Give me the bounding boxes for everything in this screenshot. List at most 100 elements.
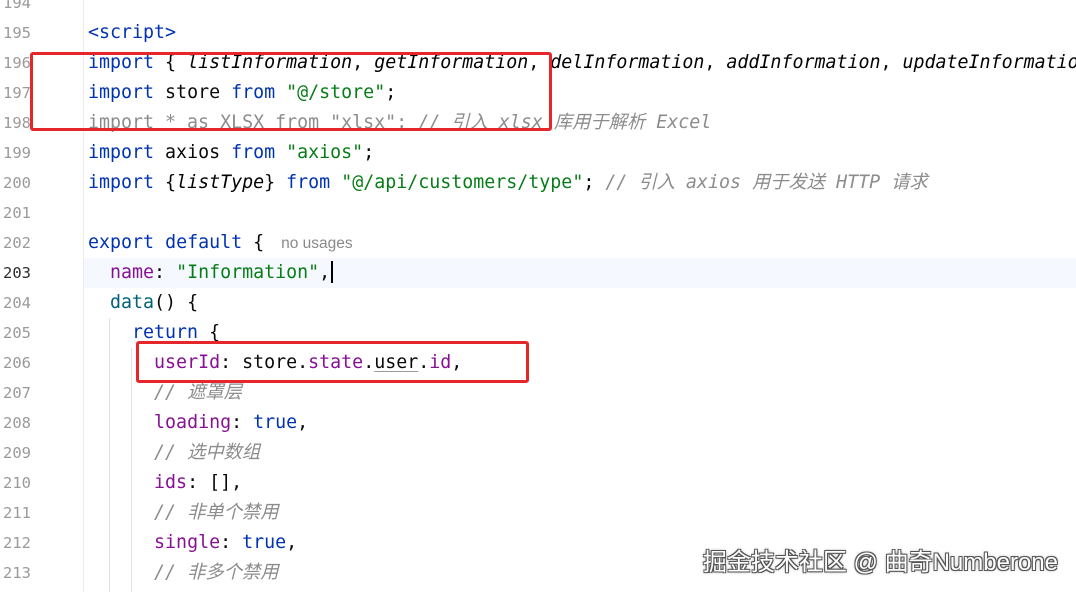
annotation-box-userid bbox=[136, 341, 529, 383]
line-number: 205 bbox=[3, 324, 31, 342]
line-number: 196 bbox=[3, 54, 31, 72]
comment-token: // 引入 axios 用于发送 HTTP 请求 bbox=[605, 172, 928, 193]
line-number: 211 bbox=[3, 504, 31, 522]
keyword-token: true bbox=[253, 412, 298, 433]
line-number: 204 bbox=[3, 294, 31, 312]
code-text: ; bbox=[583, 172, 606, 193]
code-line-208[interactable]: 208 loading: true, bbox=[0, 408, 1076, 438]
code-line-195[interactable]: 195 <script> bbox=[0, 18, 1076, 48]
line-code: single: true, bbox=[88, 528, 297, 558]
code-text: , bbox=[880, 52, 903, 73]
code-text: { bbox=[154, 172, 177, 193]
keyword-token: true bbox=[242, 532, 287, 553]
import-name-token: delInformation bbox=[550, 52, 705, 73]
line-number: 210 bbox=[3, 474, 31, 492]
code-text: : bbox=[231, 412, 254, 433]
string-token: "axios" bbox=[286, 142, 364, 163]
keyword-token: import bbox=[88, 172, 155, 193]
line-number: 197 bbox=[3, 84, 31, 102]
import-name-token: listType bbox=[176, 172, 265, 193]
line-number: 208 bbox=[3, 414, 31, 432]
keyword-token: export bbox=[88, 232, 155, 253]
line-number: 212 bbox=[3, 534, 31, 552]
code-text: { bbox=[198, 322, 221, 343]
line-code: data() { bbox=[88, 288, 198, 318]
code-text: , bbox=[286, 532, 298, 553]
code-text: axios bbox=[154, 142, 232, 163]
line-code: export default { no usages bbox=[88, 228, 353, 259]
code-text: : bbox=[220, 532, 243, 553]
import-name-token: updateInformatio bbox=[902, 52, 1076, 73]
comment-token: // 非多个禁用 bbox=[154, 562, 279, 583]
line-number: 206 bbox=[3, 354, 31, 372]
line-code: <script> bbox=[88, 18, 176, 48]
code-text: : [], bbox=[187, 472, 243, 493]
keyword-token: return bbox=[132, 322, 199, 343]
code-line-194[interactable]: 194 bbox=[0, 0, 1076, 18]
method-token: data bbox=[110, 292, 155, 313]
line-code: ids: [], bbox=[88, 468, 242, 498]
comment-token: // 选中数组 bbox=[154, 442, 261, 463]
code-text: , bbox=[704, 52, 727, 73]
string-token: "Information" bbox=[176, 262, 320, 283]
code-text: { bbox=[242, 232, 265, 253]
property-token: name bbox=[110, 262, 155, 283]
annotation-box-imports bbox=[30, 52, 552, 131]
code-line-201[interactable]: 201 bbox=[0, 198, 1076, 228]
line-code: // 非多个禁用 bbox=[88, 558, 278, 588]
line-number: 198 bbox=[3, 114, 31, 132]
code-line-199[interactable]: 199 import axios from "axios"; bbox=[0, 138, 1076, 168]
code-text: } bbox=[264, 172, 287, 193]
keyword-token: from bbox=[231, 142, 276, 163]
comment-token: // 非单个禁用 bbox=[154, 502, 279, 523]
import-name-token: addInformation bbox=[726, 52, 881, 73]
line-number: 203 bbox=[3, 264, 31, 282]
watermark: 掘金技术社区 @ 曲奇Numberone bbox=[702, 549, 1058, 576]
keyword-token: from bbox=[286, 172, 331, 193]
code-text: , bbox=[297, 412, 309, 433]
code-line-203[interactable]: 203 name: "Information", bbox=[0, 258, 1076, 288]
line-code: loading: true, bbox=[88, 408, 308, 438]
line-number: 207 bbox=[3, 384, 31, 402]
code-line-202[interactable]: 202 export default {no usages bbox=[0, 228, 1076, 258]
comment-token: // 遮罩层 bbox=[154, 382, 242, 403]
code-line-204[interactable]: 204 data() { bbox=[0, 288, 1076, 318]
code-line-200[interactable]: 200 import {listType} from "@/api/custome… bbox=[0, 168, 1076, 198]
line-number: 201 bbox=[3, 204, 31, 222]
text-caret bbox=[331, 261, 334, 283]
code-text: () { bbox=[154, 292, 199, 313]
code-editor[interactable]: 194 195 <script> 196 import { listInformatio… bbox=[0, 0, 1076, 592]
line-number: 213 bbox=[3, 564, 31, 582]
keyword-token: import bbox=[88, 142, 155, 163]
indent-guide bbox=[109, 318, 110, 592]
line-number: 209 bbox=[3, 444, 31, 462]
code-line-211[interactable]: 211 // 非单个禁用 bbox=[0, 498, 1076, 528]
line-number: 199 bbox=[3, 144, 31, 162]
line-number: 195 bbox=[3, 24, 31, 42]
code-line-209[interactable]: 209 // 选中数组 bbox=[0, 438, 1076, 468]
line-code: import axios from "axios"; bbox=[88, 138, 374, 168]
line-number: 200 bbox=[3, 174, 31, 192]
code-text: : bbox=[154, 262, 177, 283]
line-number: 194 bbox=[3, 0, 31, 12]
keyword-token: default bbox=[165, 232, 243, 253]
indent-guide bbox=[131, 348, 132, 592]
property-token: ids bbox=[154, 472, 188, 493]
property-token: loading bbox=[154, 412, 232, 433]
usages-inlay-hint[interactable]: no usages bbox=[281, 235, 353, 252]
line-code: // 非单个禁用 bbox=[88, 498, 278, 528]
code-line-210[interactable]: 210 ids: [], bbox=[0, 468, 1076, 498]
line-code: name: "Information", bbox=[88, 258, 334, 288]
